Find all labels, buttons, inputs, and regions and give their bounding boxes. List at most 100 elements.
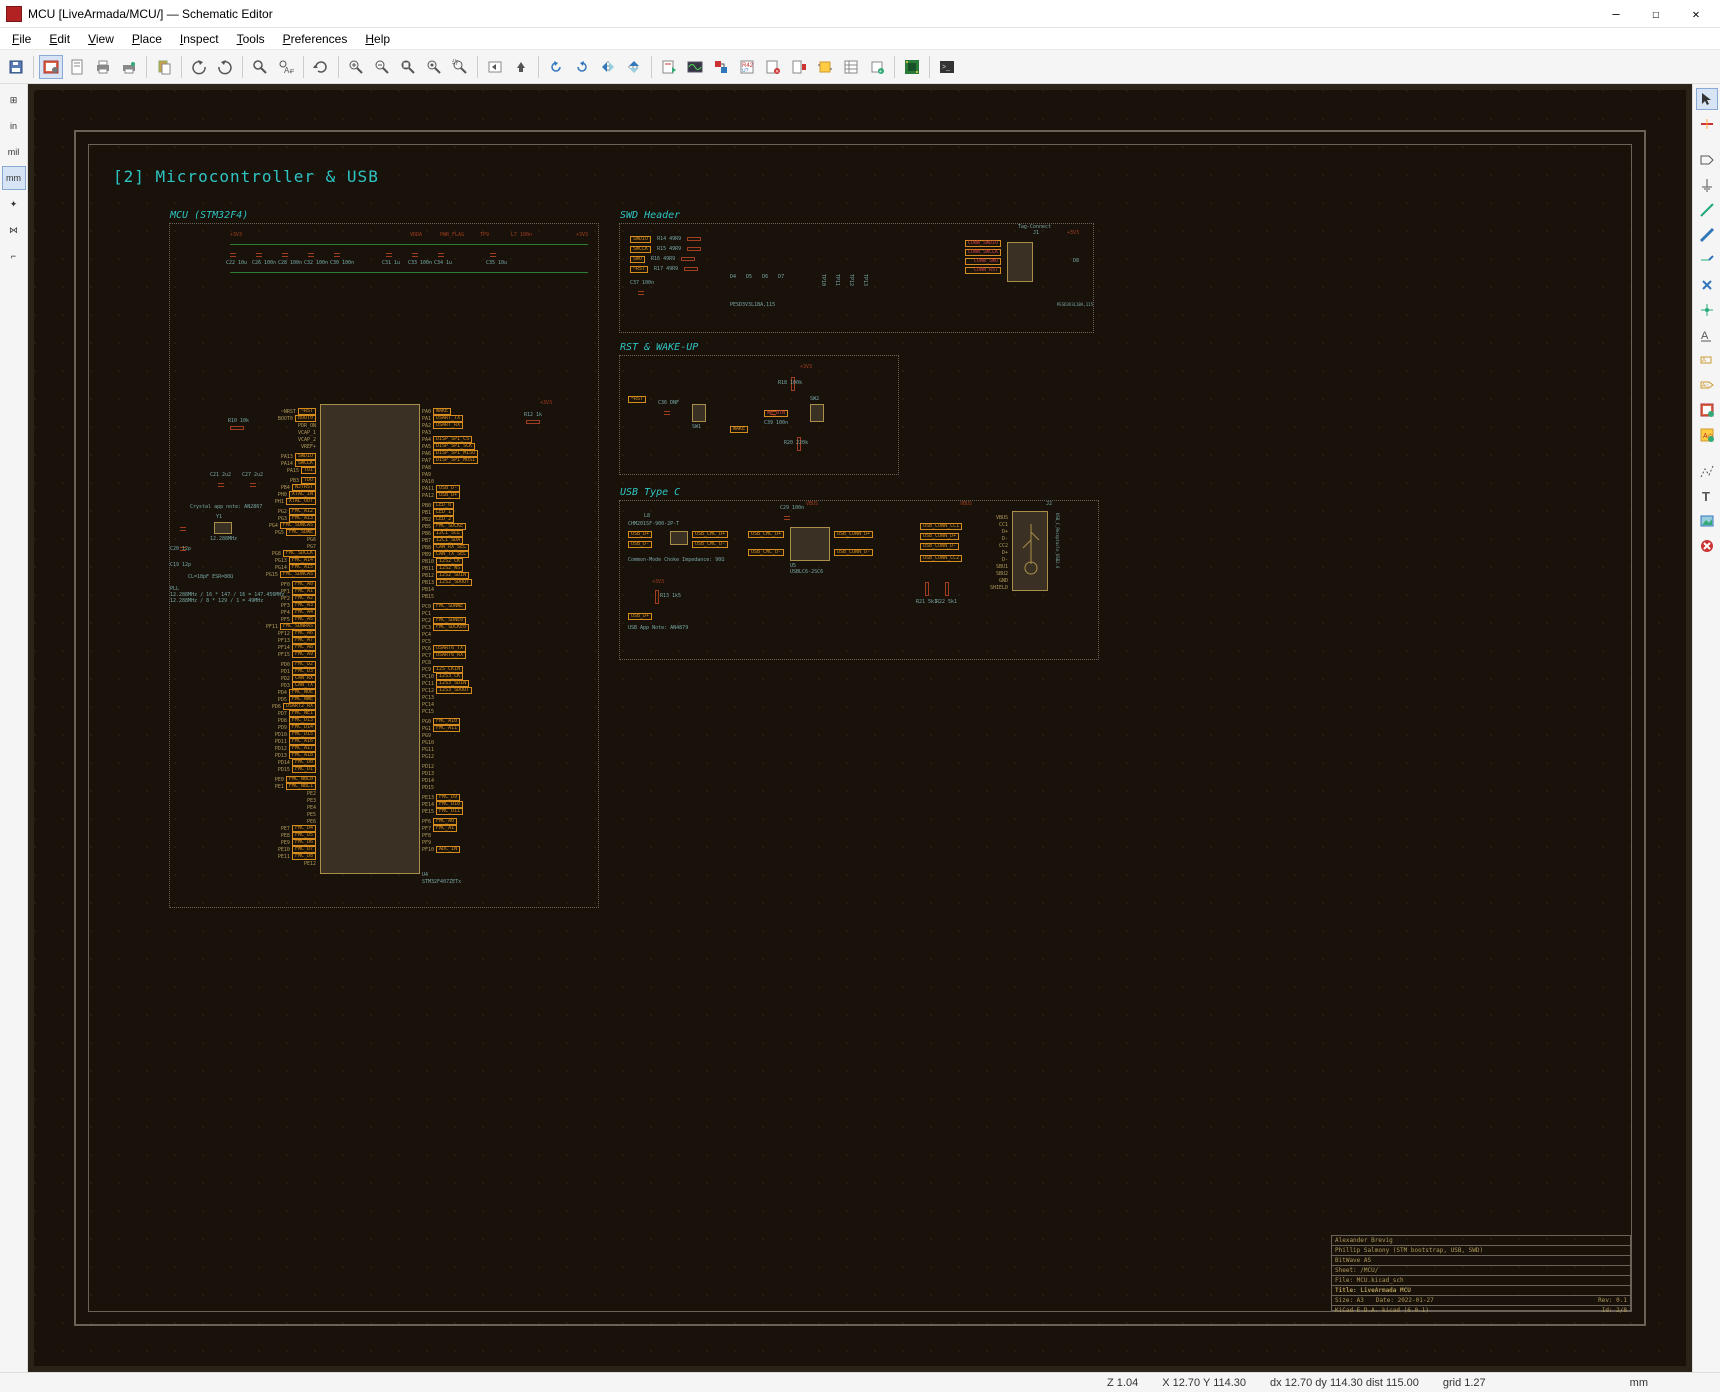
left-tool-3[interactable]: mm: [2, 166, 26, 190]
pin-pd5: PD5: [278, 697, 287, 703]
zoom-selection-button[interactable]: [448, 55, 472, 79]
add-label-tool[interactable]: A: [1696, 324, 1718, 346]
select-tool[interactable]: [1696, 88, 1718, 110]
swd-d8-part: PESD3V3L1BA,115: [1057, 302, 1093, 307]
zoom-out-button[interactable]: [370, 55, 394, 79]
pin-pg12: PG12: [422, 754, 434, 760]
svg-text:A: A: [1701, 330, 1709, 342]
net-fmc_a0: FMC_A0: [292, 581, 316, 588]
add-bus-entry-tool[interactable]: [1696, 249, 1718, 271]
scripting-console-button[interactable]: >_: [935, 55, 959, 79]
zoom-object-button[interactable]: [422, 55, 446, 79]
undo-button[interactable]: [187, 55, 211, 79]
menu-help[interactable]: Help: [357, 30, 398, 48]
rotate-ccw-button[interactable]: [544, 55, 568, 79]
tb-author: Alexander Brevig: [1332, 1236, 1630, 1245]
sw2-lbl: SW2: [810, 396, 819, 402]
add-bus-tool[interactable]: [1696, 224, 1718, 246]
left-tool-6[interactable]: ⌐: [2, 244, 26, 268]
refresh-button[interactable]: [309, 55, 333, 79]
add-junction-tool[interactable]: [1696, 299, 1718, 321]
pin-vref+: VREF+: [301, 444, 316, 450]
import-sheet-pin-tool[interactable]: A◇: [1696, 424, 1718, 446]
save-button[interactable]: [4, 55, 28, 79]
rotate-cw-button[interactable]: [570, 55, 594, 79]
pin-ph1: PH1: [275, 499, 284, 505]
menu-edit[interactable]: Edit: [41, 30, 78, 48]
net-fmc_a1: FMC_A1: [292, 588, 316, 595]
usb-conn-dm-2: USB_CONN_D-: [920, 543, 959, 550]
mirror-v-button[interactable]: [596, 55, 620, 79]
pin-pe11: PE11: [278, 854, 290, 860]
print-button[interactable]: [91, 55, 115, 79]
erc-button[interactable]: [657, 55, 681, 79]
pcb-editor-button[interactable]: [900, 55, 924, 79]
symbol-fields-button[interactable]: [787, 55, 811, 79]
annotate-button[interactable]: R42U?: [735, 55, 759, 79]
schematic-canvas[interactable]: [2] Microcontroller & USB MCU (STM32F4) …: [28, 84, 1692, 1372]
zoom-fit-button[interactable]: [396, 55, 420, 79]
net-usart6_tx: USART6_TX: [433, 645, 466, 652]
swd-in-2: SWO: [630, 256, 645, 263]
usb-conn-cc2: USB_CONN_CC2: [920, 555, 962, 562]
erc-run-button[interactable]: ✕: [761, 55, 785, 79]
symbol-editor-button[interactable]: [813, 55, 837, 79]
add-wire-tool[interactable]: [1696, 199, 1718, 221]
add-image-tool[interactable]: [1696, 510, 1718, 532]
maximize-button[interactable]: ☐: [1638, 3, 1674, 25]
add-text-tool[interactable]: T: [1696, 485, 1718, 507]
bom-button[interactable]: [839, 55, 863, 79]
tb-title: Title: LiveArmada MCU: [1332, 1285, 1630, 1295]
left-tool-4[interactable]: ✦: [2, 192, 26, 216]
menu-file[interactable]: File: [4, 30, 39, 48]
left-tool-5[interactable]: ⋈: [2, 218, 26, 242]
add-hier-label-tool[interactable]: A◇: [1696, 374, 1718, 396]
nav-up-button[interactable]: [509, 55, 533, 79]
u5-part: USBLC6-2SC6: [790, 569, 823, 575]
page-settings-button[interactable]: [65, 55, 89, 79]
menu-tools[interactable]: Tools: [229, 30, 273, 48]
menu-view[interactable]: View: [80, 30, 122, 48]
minimize-button[interactable]: —: [1598, 3, 1634, 25]
pin-pg14: PG14: [275, 565, 287, 571]
mirror-h-button[interactable]: [622, 55, 646, 79]
net-i2s2_sdin: I2S2_SDIN: [436, 572, 469, 579]
left-tool-2[interactable]: mil: [2, 140, 26, 164]
paste-button[interactable]: [152, 55, 176, 79]
menu-inspect[interactable]: Inspect: [172, 30, 227, 48]
simulator-button[interactable]: [683, 55, 707, 79]
plot-button[interactable]: [117, 55, 141, 79]
find-button[interactable]: [248, 55, 272, 79]
delete-tool[interactable]: [1696, 535, 1718, 557]
block-mcu: MCU (STM32F4) +3V3 VDDA PWR_FLAG TP9 L7 …: [169, 223, 599, 908]
pin-pa10: PA10: [422, 479, 434, 485]
assign-footprints-button[interactable]: [709, 55, 733, 79]
add-line-tool[interactable]: [1696, 460, 1718, 482]
menu-place[interactable]: Place: [124, 30, 170, 48]
add-symbol-tool[interactable]: [1696, 149, 1718, 171]
crystal-cl-note: CL=18pF ESR=80Ω: [188, 574, 233, 580]
pin-pg4: PG4: [269, 523, 278, 529]
add-global-label-tool[interactable]: A: [1696, 349, 1718, 371]
pin-pe13: PE13: [422, 795, 434, 801]
close-button[interactable]: ✕: [1678, 3, 1714, 25]
net-tdo: TDO: [301, 477, 316, 484]
add-sheet-tool[interactable]: [1696, 399, 1718, 421]
nav-back-button[interactable]: [483, 55, 507, 79]
pin-pf8: PF8: [422, 833, 431, 839]
swd-tp10: TP10: [820, 274, 826, 286]
add-noconnect-tool[interactable]: [1696, 274, 1718, 296]
footprint-editor-button[interactable]: +: [865, 55, 889, 79]
usb-c29: C29 100n: [780, 505, 804, 511]
left-tool-1[interactable]: in: [2, 114, 26, 138]
zoom-in-button[interactable]: [344, 55, 368, 79]
highlight-net-tool[interactable]: [1696, 113, 1718, 135]
left-tool-0[interactable]: ⊞: [2, 88, 26, 112]
redo-button[interactable]: [213, 55, 237, 79]
find-replace-button[interactable]: A⇄: [274, 55, 298, 79]
menu-preferences[interactable]: Preferences: [275, 30, 356, 48]
pin-pb14: PB14: [422, 587, 434, 593]
pin-pf9: PF9: [422, 840, 431, 846]
add-power-tool[interactable]: [1696, 174, 1718, 196]
schematic-setup-button[interactable]: [39, 55, 63, 79]
